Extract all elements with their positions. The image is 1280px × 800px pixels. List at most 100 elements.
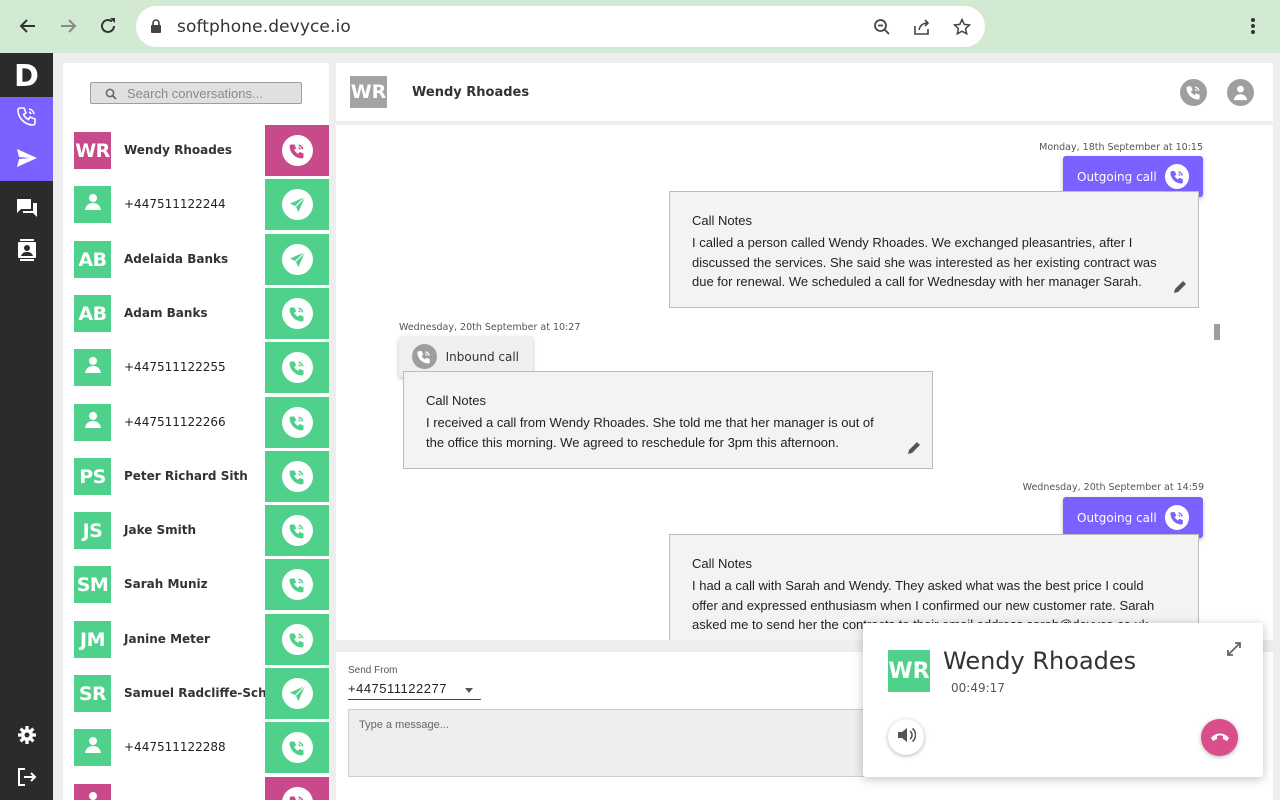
caller-avatar: WR (888, 650, 930, 692)
rail-item-calls[interactable] (0, 97, 53, 139)
conversation-row[interactable]: JM Janine Meter (63, 614, 329, 665)
hang-up-button[interactable] (1201, 719, 1238, 756)
conversation-row[interactable]: SM Sarah Muniz (63, 559, 329, 610)
search-box[interactable] (90, 82, 302, 104)
contact-name: Adam Banks (124, 306, 208, 320)
app-sidebar: D (0, 53, 53, 800)
person-icon (83, 735, 103, 760)
call-button[interactable] (265, 722, 329, 773)
rail-item-contacts[interactable] (0, 231, 53, 273)
logo-letter: D (14, 58, 39, 94)
chevron-down-icon[interactable] (465, 688, 473, 693)
notes-line: discussed the services. She said she was… (692, 254, 1157, 270)
send-icon (281, 678, 313, 709)
call-button[interactable] (265, 397, 329, 448)
message-thread: Monday, 18th September at 10:15 Outgoing… (336, 125, 1273, 640)
phone-wifi-icon (281, 461, 313, 492)
call-notes-body: I received a call from Wendy Rhoades. Sh… (426, 413, 874, 452)
contact-name: +447511122288 (124, 740, 226, 754)
person-icon[interactable] (1227, 79, 1254, 106)
notes-line: the office this morning. We agreed to re… (426, 434, 839, 450)
contact-name: +447511122244 (124, 197, 226, 211)
notes-line: due for renewal. We scheduled a call for… (692, 274, 1142, 289)
phone-wifi-icon (1164, 505, 1189, 530)
contact-avatar (74, 404, 111, 441)
caller-name: Wendy Rhoades (943, 647, 1137, 675)
scrollbar-thumb[interactable] (1214, 324, 1220, 340)
call-notes: Call Notes I received a call from Wendy … (403, 371, 933, 469)
send-message-button[interactable] (265, 668, 329, 719)
call-notes: Call Notes I called a person called Wend… (669, 191, 1199, 308)
call-button[interactable] (265, 342, 329, 393)
zoom-icon[interactable] (871, 16, 893, 38)
address-bar[interactable]: softphone.devyce.io (136, 6, 985, 47)
message-input[interactable] (348, 709, 868, 777)
phone-wifi-icon (412, 344, 437, 369)
call-button[interactable] (265, 451, 329, 502)
reload-icon[interactable] (95, 13, 121, 39)
call-button[interactable] (265, 288, 329, 339)
contact-avatar: AB (74, 241, 111, 278)
conversation-row[interactable]: JS Jake Smith (63, 505, 329, 556)
send-message-button[interactable] (265, 234, 329, 285)
contact-name: Peter Richard Sith (124, 469, 248, 483)
conversation-row[interactable]: +447511122288 (63, 722, 329, 773)
edit-pencil-icon[interactable] (907, 440, 922, 460)
phone-wifi-icon[interactable] (1180, 79, 1207, 106)
conversation-row[interactable]: +447511122244 (63, 179, 329, 230)
send-icon (281, 244, 313, 275)
edit-pencil-icon[interactable] (1173, 279, 1188, 299)
bookmark-star-icon[interactable] (951, 16, 973, 38)
call-button[interactable] (265, 505, 329, 556)
notes-line: I called a person called Wendy Rhoades. … (692, 235, 1133, 250)
call-notes-title: Call Notes (692, 556, 752, 571)
conversation-row[interactable]: WR Wendy Rhoades (63, 125, 329, 176)
search-input[interactable] (127, 85, 297, 102)
call-button[interactable] (265, 125, 329, 176)
app-logo[interactable]: D (0, 55, 53, 97)
conversation-list-panel: WR Wendy Rhoades +447511122244 AB Adelaida B… (63, 63, 329, 800)
kebab-menu-icon[interactable] (1240, 13, 1266, 39)
expand-icon[interactable] (1225, 640, 1243, 663)
url-text: softphone.devyce.io (177, 17, 351, 37)
person-icon (83, 355, 103, 380)
conversation-row[interactable]: SR Samuel Radcliffe-Schw... (63, 668, 329, 719)
send-message-button[interactable] (265, 179, 329, 230)
browser-toolbar: softphone.devyce.io (0, 0, 1280, 53)
phone-wifi-icon (16, 105, 38, 132)
phone-wifi-icon (1164, 164, 1189, 189)
chat-icon (16, 198, 38, 223)
rail-item-logout[interactable] (0, 758, 53, 800)
contact-avatar: SR (74, 675, 111, 712)
call-button[interactable] (265, 559, 329, 610)
contact-avatar (74, 729, 111, 766)
contact-name: +447511122266 (124, 415, 226, 429)
forward-icon[interactable] (55, 13, 81, 39)
phone-wifi-icon (281, 787, 313, 800)
rail-item-send[interactable] (0, 139, 53, 181)
share-icon[interactable] (911, 16, 933, 38)
back-icon[interactable] (15, 13, 41, 39)
contact-avatar (74, 784, 111, 800)
conversation-row[interactable]: AB Adam Banks (63, 288, 329, 339)
rail-item-messages[interactable] (0, 189, 53, 231)
conversation-row[interactable]: +447511122255 (63, 342, 329, 393)
conversation-row[interactable]: AB Adelaida Banks (63, 234, 329, 285)
outgoing-call-chip[interactable]: Outgoing call (1063, 497, 1203, 538)
conversation-row[interactable] (63, 777, 329, 800)
call-notes-title: Call Notes (426, 393, 486, 408)
call-button[interactable] (265, 777, 329, 800)
rail-item-settings[interactable] (0, 716, 53, 758)
contact-avatar: AB (74, 295, 111, 332)
speaker-icon (896, 726, 917, 749)
send-from-select[interactable]: +447511122277 (348, 681, 447, 696)
call-button[interactable] (265, 614, 329, 665)
call-notes-title: Call Notes (692, 213, 752, 228)
person-icon (83, 790, 103, 800)
speaker-button[interactable] (888, 719, 924, 755)
chat-header: WR Wendy Rhoades (336, 63, 1273, 121)
active-call-popup: WR Wendy Rhoades 00:49:17 (863, 623, 1263, 777)
conversation-row[interactable]: PS Peter Richard Sith (63, 451, 329, 502)
chip-label: Outgoing call (1077, 169, 1157, 184)
conversation-row[interactable]: +447511122266 (63, 397, 329, 448)
